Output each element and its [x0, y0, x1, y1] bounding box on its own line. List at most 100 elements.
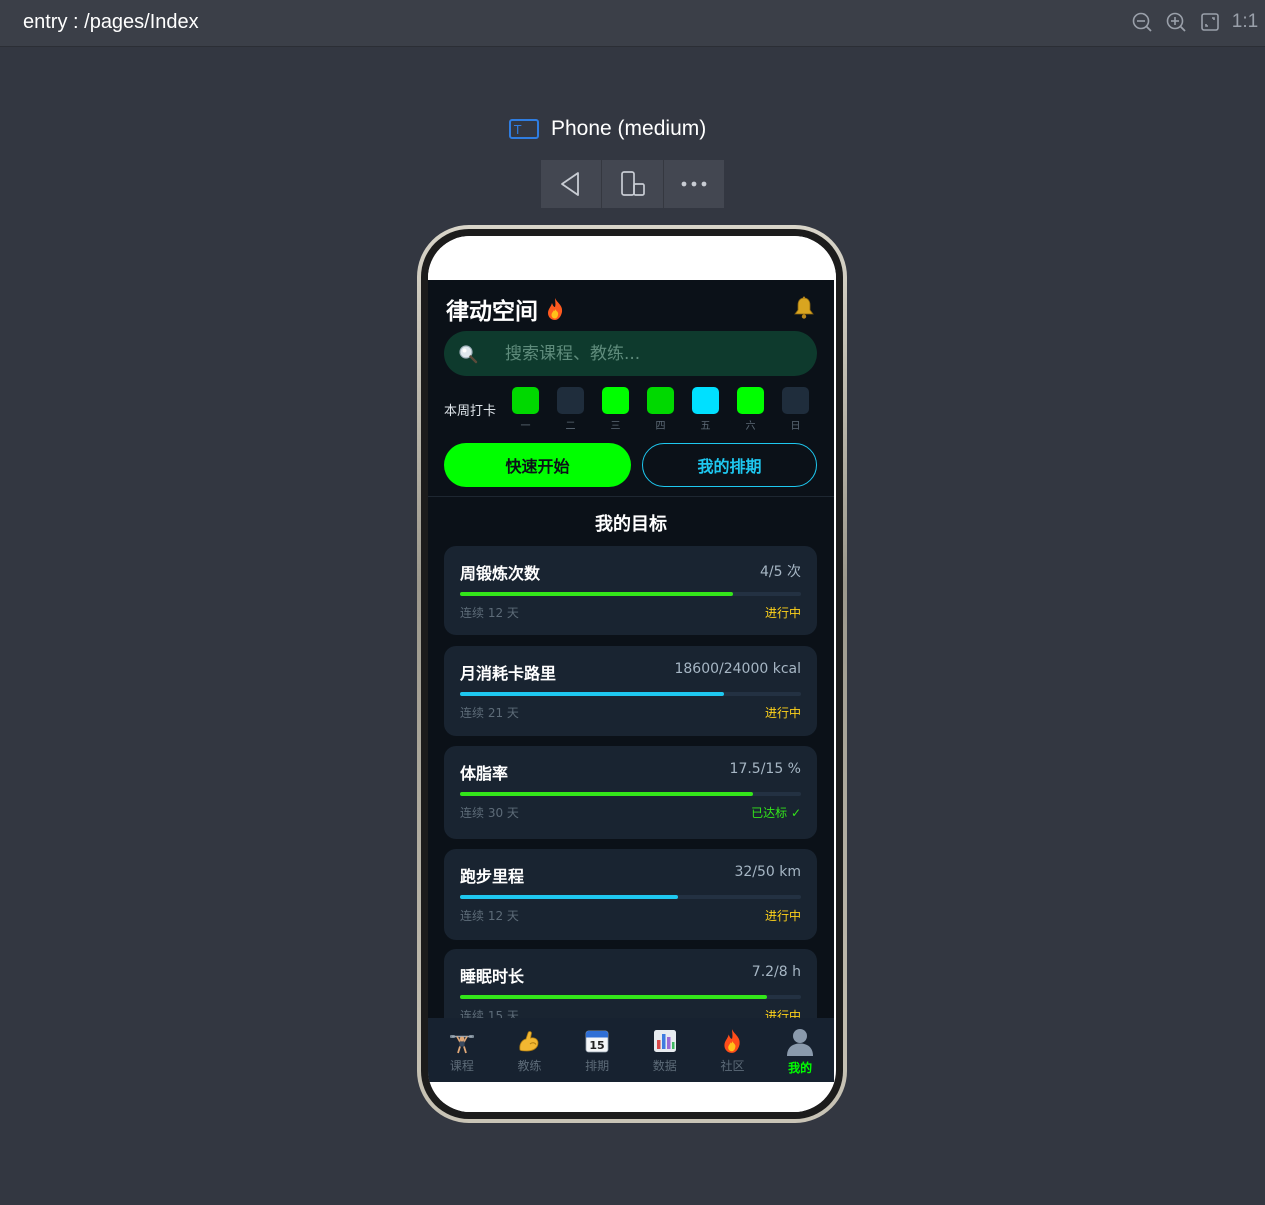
checkin-day-label: 一: [520, 421, 531, 432]
goal-streak: 连续 21 天: [460, 706, 519, 720]
goal-progress-track: [460, 995, 801, 999]
checkin-days: 一二三四五六日: [512, 387, 809, 432]
goal-name: 月消耗卡路里: [460, 664, 557, 683]
home-indicator-area: [428, 1082, 836, 1112]
flexed-bicep-icon: [519, 1031, 539, 1052]
goal-status: 进行中: [764, 706, 801, 720]
checkin-day-label: 日: [790, 421, 801, 432]
tab-profile[interactable]: 我的: [770, 1028, 830, 1076]
search-icon: [459, 344, 478, 363]
device-name: Phone (medium): [551, 117, 707, 140]
goals-title: 我的目标: [595, 514, 667, 535]
tab-label: 教练: [517, 1059, 542, 1073]
ide-toolbar: entry : /pages/Index 1:1: [0, 0, 1265, 47]
checkin-day-box: [692, 387, 719, 414]
goal-status: 进行中: [764, 909, 801, 923]
checkin-day-label: 二: [565, 421, 576, 432]
goal-name: 跑步里程: [460, 867, 525, 886]
goal-card[interactable]: 跑步里程 32/50 km 连续 12 天 进行中: [444, 849, 817, 940]
svg-text:T: T: [513, 123, 522, 137]
checkin-day[interactable]: 一: [512, 387, 539, 432]
checkin-day-label: 三: [610, 421, 621, 432]
fit-screen-icon[interactable]: [1199, 11, 1221, 33]
checkin-day-label: 六: [745, 421, 756, 432]
tab-label: 排期: [585, 1059, 610, 1073]
quick-start-button[interactable]: 快速开始: [444, 443, 631, 487]
checkin-day[interactable]: 四: [647, 387, 674, 432]
checkin-day-box: [782, 387, 809, 414]
tab-label: 数据: [652, 1059, 677, 1073]
checkin-day-box: [602, 387, 629, 414]
tab-schedule[interactable]: 15 排期: [567, 1028, 627, 1074]
calendar-icon: 15: [585, 1030, 609, 1053]
checkin-day[interactable]: 三: [602, 387, 629, 432]
goal-value: 7.2/8 h: [751, 964, 801, 980]
checkin-day[interactable]: 日: [782, 387, 809, 432]
checkin-day[interactable]: 二: [557, 387, 584, 432]
tab-community[interactable]: 社区: [702, 1028, 762, 1074]
goal-status: 已达标 ✓: [751, 806, 801, 820]
app-root: 律动空间 搜索课程、教练... 本周打卡 一 二 三 四 五 六 日 快速开始 …: [428, 280, 834, 1082]
goal-status: 进行中: [764, 606, 801, 620]
goal-name: 周锻炼次数: [460, 564, 541, 583]
goal-streak: 连续 30 天: [460, 806, 519, 820]
search-bar[interactable]: [444, 331, 817, 376]
goal-progress-fill: [460, 692, 725, 696]
checkin-day[interactable]: 六: [737, 387, 764, 432]
checkin-day-box: [737, 387, 764, 414]
bell-icon[interactable]: [792, 296, 816, 320]
checkin-day-label: 四: [655, 421, 666, 432]
more-button[interactable]: [664, 160, 724, 208]
goal-streak: 连续 12 天: [460, 909, 519, 923]
rotate-button[interactable]: [602, 160, 664, 208]
phone-screen: 律动空间 搜索课程、教练... 本周打卡 一 二 三 四 五 六 日 快速开始 …: [428, 236, 836, 1112]
goal-value: 18600/24000 kcal: [674, 661, 801, 677]
checkin-label: 本周打卡: [444, 404, 497, 419]
checkin-day-box: [512, 387, 539, 414]
tab-courses[interactable]: 课程: [432, 1028, 492, 1074]
tab-data[interactable]: 数据: [635, 1028, 695, 1074]
checkin-day-label: 五: [700, 421, 711, 432]
goal-progress-track: [460, 895, 801, 899]
tab-label: 我的: [788, 1061, 813, 1075]
device-type-icon: T: [509, 119, 539, 139]
goal-streak: 连续 12 天: [460, 606, 519, 620]
goal-card[interactable]: 周锻炼次数 4/5 次连续 12 天 进行中: [444, 546, 817, 635]
back-triangle-icon: [561, 172, 580, 196]
more-dots-icon: [681, 181, 707, 187]
actual-size-button[interactable]: 1:1: [1232, 11, 1258, 33]
goal-card[interactable]: 月消耗卡路里 18600/24000 kcal 连续 21 天 进行中: [444, 646, 817, 736]
bottom-tab-bar: 课程 教练 15 排期 数据 社区 我的: [428, 1018, 834, 1082]
tab-coaches[interactable]: 教练: [499, 1028, 559, 1074]
goal-value: 32/50 km: [734, 864, 801, 880]
zoom-in-icon[interactable]: [1165, 11, 1187, 33]
goal-progress-fill: [460, 792, 754, 796]
checkin-day[interactable]: 五: [692, 387, 719, 432]
search-input[interactable]: [505, 343, 785, 364]
flame-icon: [548, 298, 563, 320]
goal-name: 体脂率: [460, 764, 509, 783]
calendar-day-number: 15: [589, 1039, 604, 1052]
bar-chart-icon: [653, 1030, 676, 1052]
app-title: 律动空间: [446, 292, 566, 326]
divider: [428, 496, 834, 497]
status-bar: [428, 236, 836, 280]
zoom-out-icon[interactable]: [1131, 11, 1153, 33]
goal-value: 17.5/15 %: [729, 761, 801, 777]
goal-progress-fill: [460, 995, 767, 999]
flame-icon: [724, 1029, 741, 1053]
device-label: T Phone (medium): [509, 117, 706, 141]
app-title-text: 律动空间: [446, 299, 538, 325]
my-schedule-button[interactable]: 我的排期: [642, 443, 817, 487]
tab-label: 社区: [720, 1059, 745, 1073]
checkin-day-box: [647, 387, 674, 414]
rotate-device-icon: [621, 171, 646, 196]
back-button[interactable]: [541, 160, 603, 208]
goal-progress-fill: [460, 592, 733, 596]
goal-progress-track: [460, 692, 801, 696]
goal-card[interactable]: 体脂率 17.5/15 % 连续 30 天 已达标 ✓: [444, 746, 817, 839]
checkin-day-box: [557, 387, 584, 414]
goal-progress-fill: [460, 895, 679, 899]
goal-progress-track: [460, 592, 801, 596]
page-path: entry : /pages/Index: [23, 11, 199, 33]
